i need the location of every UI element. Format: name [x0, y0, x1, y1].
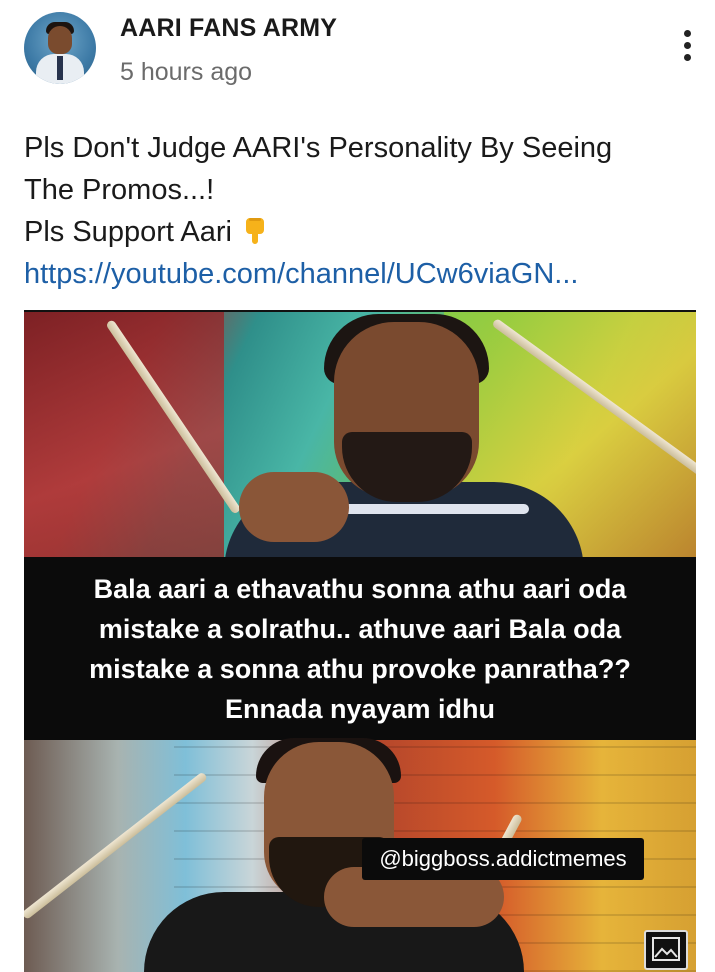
- caption-line: Ennada nyayam idhu: [224, 694, 496, 724]
- post-body: Pls Don't Judge AARI's Personality By Se…: [24, 127, 704, 295]
- image-icon[interactable]: [644, 930, 688, 970]
- post-link-line: https://youtube.com/channel/UCw6viaGN...: [24, 253, 704, 295]
- more-vertical-icon[interactable]: [672, 30, 702, 70]
- pointing-down-hand-emoji-icon: [245, 218, 264, 244]
- post-text-line: Pls Support Aari: [24, 211, 704, 253]
- caption-line: mistake a sonna athu provoke panratha??: [89, 654, 631, 684]
- channel-avatar[interactable]: [24, 12, 96, 84]
- channel-name[interactable]: AARI FANS ARMY: [120, 14, 337, 43]
- caption-line: mistake a solrathu.. athuve aari Bala od…: [98, 614, 622, 644]
- post-text-line: Pls Don't Judge AARI's Personality By Se…: [24, 132, 613, 164]
- meme-caption: Bala aari a ethavathu sonna athu aari od…: [24, 557, 696, 740]
- post-time: 5 hours ago: [120, 58, 253, 86]
- post-text-line: The Promos...!: [24, 174, 215, 206]
- post-link[interactable]: https://youtube.com/channel/UCw6viaGN...: [24, 258, 578, 290]
- post-image[interactable]: Bala aari a ethavathu sonna athu aari od…: [24, 312, 696, 972]
- image-watermark: @biggboss.addictmemes: [362, 838, 644, 880]
- post-header: AARI FANS ARMY 5 hours ago: [0, 0, 715, 110]
- caption-line: Bala aari a ethavathu sonna athu aari od…: [93, 574, 627, 604]
